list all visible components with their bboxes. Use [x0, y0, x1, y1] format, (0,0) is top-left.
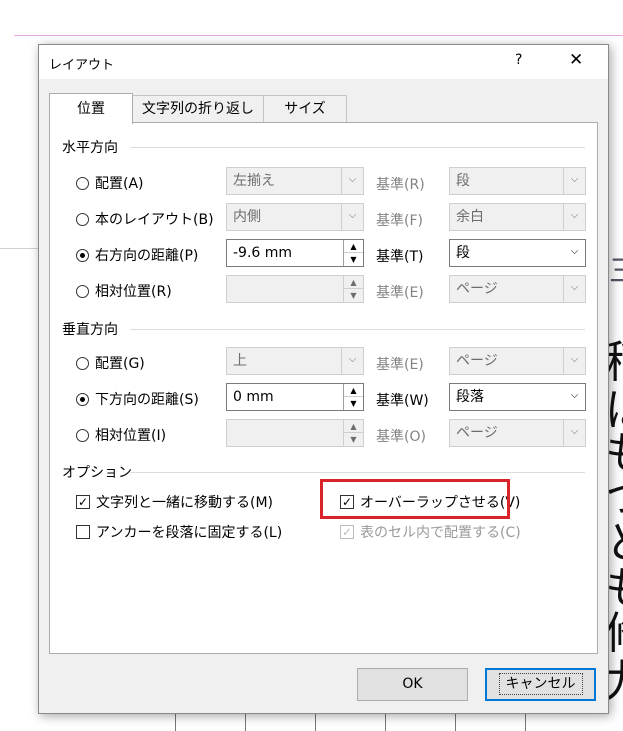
vertical-alignment-select[interactable]: 上 ⌵	[226, 347, 364, 375]
chevron-down-icon: ⌵	[341, 204, 363, 230]
radio-selected-icon	[76, 392, 89, 406]
tab-panel-position: 水平方向 配置(A) 左揃え ⌵ 基準(R) 段 ⌵ 本のレイアウト(B) 内側 ⌵ …	[49, 122, 598, 654]
ok-button[interactable]: OK	[357, 668, 468, 701]
options-group-title: オプション	[62, 465, 132, 481]
chevron-down-icon: ⌵	[563, 276, 585, 302]
spin-up-icon[interactable]: ▲	[344, 384, 363, 397]
radio-icon	[76, 176, 89, 190]
book-layout-base-select[interactable]: 余白 ⌵	[449, 203, 586, 231]
divider	[130, 147, 585, 148]
spin-down-icon[interactable]: ▼	[344, 397, 363, 410]
dialog-title: レイアウト	[49, 58, 115, 73]
tab-text-wrapping[interactable]: 文字列の折り返し	[131, 95, 265, 122]
chevron-down-icon: ⌵	[563, 204, 585, 230]
horizontal-alignment-base-select[interactable]: 段 ⌵	[449, 167, 586, 195]
spin-buttons[interactable]: ▲ ▼	[343, 384, 363, 410]
divider	[130, 329, 585, 330]
layout-dialog: レイアウト ? ✕ 位置 文字列の折り返し サイズ 水平方向 配置(A) 左揃え…	[38, 44, 609, 714]
vertical-relative-radio[interactable]: 相対位置(I)	[76, 425, 166, 445]
vertical-relative-base-select[interactable]: ページ ⌵	[449, 419, 586, 447]
horizontal-alignment-base-label: 基準(R)	[376, 177, 425, 193]
horizontal-relative-base-label: 基準(E)	[376, 285, 424, 301]
spin-up-icon[interactable]: ▲	[344, 276, 363, 289]
spin-buttons[interactable]: ▲ ▼	[343, 240, 363, 266]
doc-fragment: 三	[609, 257, 623, 287]
lock-anchor-checkbox[interactable]: アンカーを段落に固定する(L)	[76, 522, 282, 542]
down-distance-base-select[interactable]: 段落 ⌵	[449, 383, 586, 411]
vertical-alignment-radio[interactable]: 配置(G)	[76, 353, 145, 373]
spin-buttons[interactable]: ▲ ▼	[343, 420, 363, 446]
down-distance-base-label: 基準(W)	[376, 393, 429, 409]
right-distance-base-select[interactable]: 段 ⌵	[449, 239, 586, 267]
book-layout-base-label: 基準(F)	[376, 213, 423, 229]
chevron-down-icon: ⌵	[341, 168, 363, 194]
down-distance-input[interactable]: 0 mm ▲ ▼	[226, 383, 364, 411]
right-distance-base-label: 基準(T)	[376, 249, 424, 265]
title-bar: レイアウト ? ✕	[39, 45, 608, 79]
cancel-button[interactable]: キャンセル	[485, 668, 596, 701]
spin-down-icon[interactable]: ▼	[344, 253, 363, 266]
checkmark-icon: ✓	[76, 495, 90, 509]
spin-up-icon[interactable]: ▲	[344, 240, 363, 253]
horizontal-relative-radio[interactable]: 相対位置(R)	[76, 281, 172, 301]
chevron-down-icon: ⌵	[570, 390, 579, 401]
radio-icon	[76, 284, 89, 298]
vertical-group-title: 垂直方向	[62, 322, 118, 338]
tab-size[interactable]: サイズ	[263, 95, 347, 122]
vertical-relative-input[interactable]: ▲ ▼	[226, 419, 364, 447]
horizontal-relative-base-select[interactable]: ページ ⌵	[449, 275, 586, 303]
spin-down-icon[interactable]: ▼	[344, 289, 363, 302]
vertical-relative-base-label: 基準(O)	[376, 429, 426, 445]
chevron-down-icon: ⌵	[570, 246, 579, 257]
highlight-annotation	[320, 479, 510, 519]
checkmark-icon: ✓	[340, 525, 354, 539]
right-distance-radio[interactable]: 右方向の距離(P)	[76, 245, 198, 265]
spin-buttons[interactable]: ▲ ▼	[343, 276, 363, 302]
horizontal-relative-input[interactable]: ▲ ▼	[226, 275, 364, 303]
vertical-alignment-base-label: 基準(E)	[376, 357, 424, 373]
move-with-text-checkbox[interactable]: ✓ 文字列と一緒に移動する(M)	[76, 492, 273, 512]
horizontal-alignment-select[interactable]: 左揃え ⌵	[226, 167, 364, 195]
checkbox-empty-icon	[76, 525, 90, 539]
chevron-down-icon: ⌵	[563, 168, 585, 194]
spin-up-icon[interactable]: ▲	[344, 420, 363, 433]
book-layout-radio[interactable]: 本のレイアウト(B)	[76, 209, 214, 229]
doc-table-edge	[105, 712, 605, 731]
help-button[interactable]: ?	[515, 52, 522, 68]
spin-down-icon[interactable]: ▼	[344, 433, 363, 446]
doc-margin-line	[14, 35, 623, 36]
layout-in-cell-checkbox[interactable]: ✓ 表のセル内で配置する(C)	[340, 522, 521, 542]
divider	[130, 472, 585, 473]
chevron-down-icon: ⌵	[563, 420, 585, 446]
right-distance-input[interactable]: -9.6 mm ▲ ▼	[226, 239, 364, 267]
horizontal-group-title: 水平方向	[62, 140, 118, 156]
vertical-alignment-base-select[interactable]: ページ ⌵	[449, 347, 586, 375]
tab-position[interactable]: 位置	[49, 93, 133, 124]
book-layout-select[interactable]: 内側 ⌵	[226, 203, 364, 231]
chevron-down-icon: ⌵	[341, 348, 363, 374]
doc-guide-line	[0, 248, 38, 249]
chevron-down-icon: ⌵	[563, 348, 585, 374]
radio-icon	[76, 212, 89, 226]
down-distance-radio[interactable]: 下方向の距離(S)	[76, 389, 199, 409]
close-icon[interactable]: ✕	[569, 50, 583, 70]
radio-icon	[76, 428, 89, 442]
radio-icon	[76, 356, 89, 370]
horizontal-alignment-radio[interactable]: 配置(A)	[76, 173, 144, 193]
radio-selected-icon	[76, 248, 89, 262]
